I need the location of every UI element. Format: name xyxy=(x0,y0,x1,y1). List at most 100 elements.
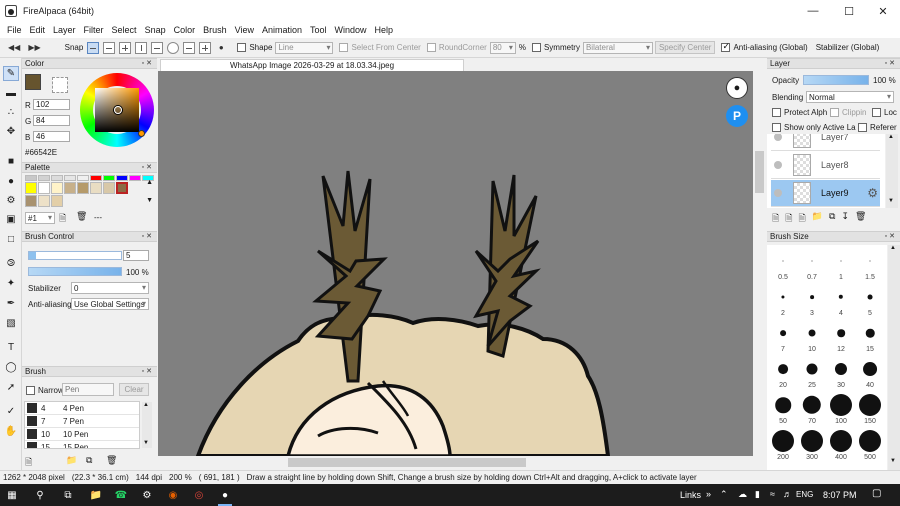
eraser-tool-icon[interactable]: ▬ xyxy=(3,86,19,101)
text-tool-icon[interactable]: T xyxy=(3,340,19,355)
minimize-icon[interactable]: — xyxy=(796,0,830,22)
menu-layer[interactable]: Layer xyxy=(49,25,80,35)
firefox-icon[interactable]: ◉ xyxy=(165,487,181,503)
palette-swatch[interactable] xyxy=(51,195,63,207)
brush-size-option[interactable]: 3 xyxy=(798,283,826,317)
palette-scroll-down-icon[interactable]: ▼ xyxy=(146,197,153,204)
delete-brush-icon[interactable]: 🗑 xyxy=(106,455,117,466)
panel-controls-icon[interactable]: ▫✕ xyxy=(885,59,897,67)
firealpaca-taskbar-icon[interactable]: ● xyxy=(217,487,233,506)
brush-list-item[interactable]: 15 15 Pen xyxy=(25,441,139,448)
duplicate-layer-icon[interactable]: ⧉ xyxy=(829,211,835,227)
palette-swatch[interactable] xyxy=(116,182,128,194)
menu-color[interactable]: Color xyxy=(170,25,200,35)
brush-size-option[interactable]: 5 xyxy=(856,283,884,317)
palette-swatch[interactable] xyxy=(90,182,102,194)
brush-size-option[interactable]: 300 xyxy=(798,427,826,461)
panel-controls-icon[interactable]: ▫✕ xyxy=(142,232,154,240)
palette-swatch[interactable] xyxy=(129,175,141,181)
brush-size-option[interactable]: 400 xyxy=(827,427,855,461)
operation-tool-icon[interactable]: ➚ xyxy=(3,380,19,395)
primary-color-swatch[interactable] xyxy=(25,74,41,90)
notifications-icon[interactable]: ▢ xyxy=(872,488,881,499)
reference-checkbox[interactable] xyxy=(858,123,867,132)
onedrive-icon[interactable]: ☁ xyxy=(738,489,747,500)
palette-swatch[interactable] xyxy=(51,175,63,181)
stabilizer-select[interactable]: 0 xyxy=(71,282,149,294)
volume-icon[interactable]: ♬ xyxy=(783,489,792,499)
menu-file[interactable]: File xyxy=(3,25,26,35)
palette-swatch[interactable] xyxy=(116,175,128,181)
palette-swatch[interactable] xyxy=(64,182,76,194)
network-icon[interactable]: ≈ xyxy=(770,489,775,499)
brush-opacity-slider[interactable] xyxy=(28,267,122,276)
symmetry-select[interactable]: Bilateral xyxy=(582,41,653,54)
windows-start-icon[interactable]: ▦ xyxy=(4,487,20,503)
menu-tool[interactable]: Tool xyxy=(306,25,331,35)
menu-filter[interactable]: Filter xyxy=(80,25,108,35)
brush-size-option[interactable]: 70 xyxy=(798,391,826,425)
g-input[interactable]: 84 xyxy=(33,115,70,126)
antialias-global-checkbox[interactable] xyxy=(721,41,731,52)
rectangle-tool-icon[interactable]: ■ xyxy=(3,154,19,169)
symmetry-checkbox[interactable] xyxy=(531,43,541,52)
hue-handle[interactable] xyxy=(138,130,145,137)
snap-3d-button[interactable] xyxy=(199,41,212,54)
select-pen-tool-icon[interactable]: ✒ xyxy=(3,296,19,311)
select-eraser-tool-icon[interactable]: ▧ xyxy=(3,316,19,331)
shape-select[interactable]: Line xyxy=(275,41,334,54)
layer-row[interactable]: Layer8 xyxy=(771,152,880,179)
palette-swatch[interactable] xyxy=(25,175,37,181)
menu-edit[interactable]: Edit xyxy=(26,25,50,35)
menu-animation[interactable]: Animation xyxy=(258,25,306,35)
snap-circle-button[interactable] xyxy=(167,41,180,54)
brush-size-option[interactable]: 2 xyxy=(769,283,797,317)
select-from-center-checkbox[interactable] xyxy=(339,43,349,52)
menu-select[interactable]: Select xyxy=(108,25,141,35)
panel-controls-icon[interactable]: ▫✕ xyxy=(142,59,154,67)
canvas-horizontal-scrollbar[interactable] xyxy=(158,456,753,469)
drawing-canvas[interactable]: ● P xyxy=(158,71,753,456)
snap-crisscross-button[interactable] xyxy=(119,41,132,54)
prev-icon[interactable]: ◀◀ xyxy=(8,41,20,55)
narrow-checkbox[interactable] xyxy=(26,386,35,395)
palette-swatch[interactable] xyxy=(25,182,37,194)
brush-size-option[interactable]: 10 xyxy=(798,319,826,353)
palette-swatch[interactable] xyxy=(38,182,50,194)
steam-icon[interactable]: ⚙ xyxy=(139,487,155,503)
layer-row-selected[interactable]: Layer9 ⚙ xyxy=(771,180,880,207)
brush-size-option[interactable]: 0.7 xyxy=(798,247,826,281)
panel-controls-icon[interactable]: ▫✕ xyxy=(142,367,154,375)
brush-folder-icon[interactable]: 📁 xyxy=(66,455,77,466)
battery-icon[interactable]: ▮ xyxy=(755,489,760,500)
lock-checkbox[interactable] xyxy=(872,108,881,117)
pen-tool-icon[interactable]: ✎ xyxy=(3,66,19,81)
move-tool-icon[interactable]: ✥ xyxy=(3,124,19,139)
palette-more[interactable]: --- xyxy=(94,213,102,222)
firealpaca-mascot-icon[interactable]: ● xyxy=(726,77,748,99)
duplicate-brush-icon[interactable]: ⧉ xyxy=(86,455,92,466)
brush-size-option[interactable]: 200 xyxy=(769,427,797,461)
snap-settings-icon[interactable]: ● xyxy=(215,41,227,55)
layer-list-scrollbar[interactable]: ▲ ▼ xyxy=(886,134,898,208)
roundcorner-select[interactable]: 80 xyxy=(489,41,516,54)
brush-size-input[interactable]: 5 xyxy=(123,250,149,261)
panel-controls-icon[interactable]: ▫✕ xyxy=(885,232,897,240)
specify-center-button[interactable]: Specify Center xyxy=(654,41,716,54)
palette-swatch[interactable] xyxy=(103,175,115,181)
eyedropper-tool-icon[interactable]: ✓ xyxy=(3,404,19,419)
brush-list-item[interactable]: 7 7 Pen xyxy=(25,415,139,428)
frame-divider-tool-icon[interactable]: ◯ xyxy=(3,360,19,375)
palette-swatch[interactable] xyxy=(38,195,50,207)
brush-size-scrollbar[interactable]: ▲ ▼ xyxy=(888,245,900,470)
dot-tool-icon[interactable]: ∴ xyxy=(3,105,19,120)
palette-swatch[interactable] xyxy=(77,182,89,194)
task-view-icon[interactable]: ⧉ xyxy=(60,487,76,503)
palette-swatch[interactable] xyxy=(25,195,37,207)
brush-list-item[interactable]: 10 10 Pen xyxy=(25,428,139,441)
hand-tool-icon[interactable]: ✋ xyxy=(3,424,19,439)
document-tab[interactable]: WhatsApp Image 2026-03-29 at 18.03.34.jp… xyxy=(160,59,464,71)
whatsapp-icon[interactable]: ☎ xyxy=(113,487,129,503)
menu-brush[interactable]: Brush xyxy=(199,25,231,35)
r-input[interactable]: 102 xyxy=(33,99,70,110)
